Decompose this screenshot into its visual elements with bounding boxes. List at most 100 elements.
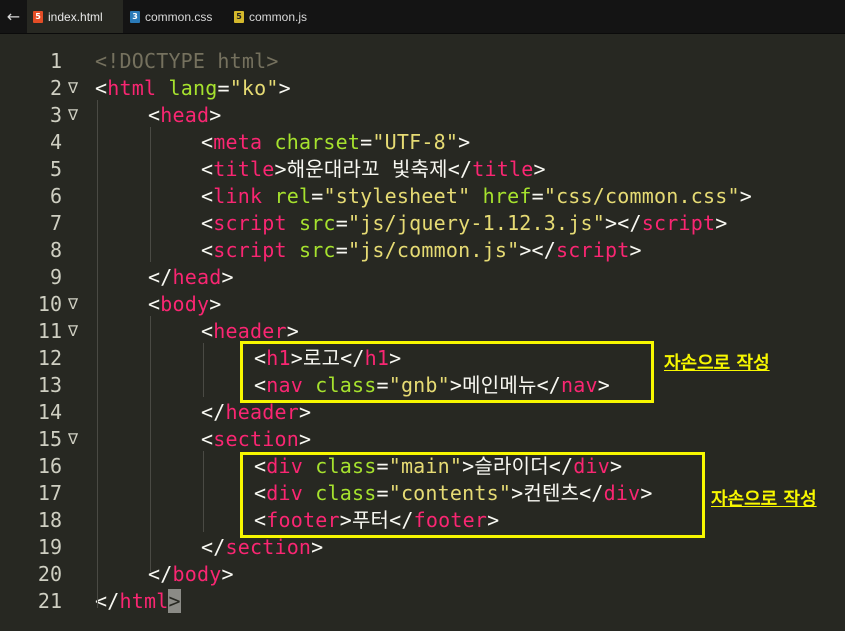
code-line[interactable]: 3 ∇ <head> xyxy=(0,102,845,129)
code-text: <script src="js/jquery-1.12.3.js"></scri… xyxy=(201,210,727,237)
code-line[interactable]: 7 <script src="js/jquery-1.12.3.js"></scr… xyxy=(0,210,845,237)
code-token: link xyxy=(213,184,263,208)
line-number: 14 xyxy=(37,400,62,424)
code-token: </ xyxy=(148,265,173,289)
line-number: 15 xyxy=(37,427,62,451)
line-number: 21 xyxy=(37,589,62,613)
annotation-label: 자손으로 작성 xyxy=(664,353,770,374)
code-line[interactable]: 21 </html> xyxy=(0,588,845,615)
code-token: > xyxy=(221,562,234,586)
line-number: 19 xyxy=(37,535,62,559)
fold-arrow-icon[interactable]: ∇ xyxy=(68,75,78,102)
fold-arrow-icon[interactable]: ∇ xyxy=(68,102,78,129)
code-line[interactable]: 19 </section> xyxy=(0,534,845,561)
code-text: <link rel="stylesheet" href="css/common.… xyxy=(201,183,752,210)
code-token: < xyxy=(201,319,214,343)
tab-label: common.css xyxy=(145,9,213,24)
code-line[interactable]: 5 <title>해운대라꼬 빛축제</title> xyxy=(0,156,845,183)
code-token: > xyxy=(209,292,222,316)
line-number: 11 xyxy=(37,319,62,343)
code-token: href xyxy=(482,184,532,208)
code-text: <html lang="ko"> xyxy=(95,75,291,102)
line-number: 10 xyxy=(37,292,62,316)
code-token: "stylesheet" xyxy=(323,184,471,208)
fold-arrow-icon[interactable]: ∇ xyxy=(68,291,78,318)
code-line[interactable]: 15 ∇ <section> xyxy=(0,426,845,453)
code-token: lang xyxy=(168,76,218,100)
code-token: ></ xyxy=(519,238,557,262)
code-line[interactable]: 14 </header> xyxy=(0,399,845,426)
tab-common-css[interactable]: 3 common.css xyxy=(124,0,228,33)
line-number: 8 xyxy=(49,238,62,262)
line-number: 17 xyxy=(37,481,62,505)
code-token: script xyxy=(556,238,630,262)
code-token: head xyxy=(160,103,210,127)
code-token: </ xyxy=(201,535,226,559)
code-token: > xyxy=(209,103,222,127)
back-arrow-icon[interactable]: ← xyxy=(0,0,27,33)
tab-label: index.html xyxy=(48,9,103,24)
indent-guide xyxy=(97,100,98,608)
code-token: header xyxy=(225,400,299,424)
tab-common-js[interactable]: 5 common.js xyxy=(228,0,328,33)
code-token: > xyxy=(533,157,546,181)
code-token: </ xyxy=(95,589,120,613)
code-token: title xyxy=(472,157,534,181)
code-line[interactable]: 1 <!DOCTYPE html> xyxy=(0,48,845,75)
code-line[interactable]: 6 <link rel="stylesheet" href="css/common… xyxy=(0,183,845,210)
code-token: > xyxy=(298,400,312,424)
code-token: html xyxy=(119,589,169,613)
code-token: body xyxy=(172,562,222,586)
code-text: </section> xyxy=(201,534,323,561)
code-token: meta xyxy=(213,130,263,154)
code-token: > xyxy=(168,589,181,613)
code-text: </body> xyxy=(148,561,234,588)
code-token: < xyxy=(201,184,214,208)
fold-arrow-icon[interactable]: ∇ xyxy=(68,426,78,453)
code-token: = xyxy=(360,130,373,154)
code-token: section xyxy=(213,427,299,451)
code-line[interactable]: 8 <script src="js/common.js"></script> xyxy=(0,237,845,264)
code-editor[interactable]: 21 </html> 20 </body> 19 </section> 18 <footer>… xyxy=(0,33,845,631)
code-token: head xyxy=(172,265,222,289)
code-line[interactable]: 20 </body> xyxy=(0,561,845,588)
code-token: > xyxy=(286,319,299,343)
code-text: <script src="js/common.js"></script> xyxy=(201,237,642,264)
tab-index-html[interactable]: 5 index.html xyxy=(27,0,123,33)
line-number: 18 xyxy=(37,508,62,532)
code-text: <body> xyxy=(148,291,221,318)
code-token: "js/common.js" xyxy=(347,238,520,262)
code-token: > xyxy=(715,211,728,235)
code-token: html xyxy=(107,76,157,100)
line-number: 2 xyxy=(49,76,62,100)
code-text: </html> xyxy=(95,588,181,615)
code-line[interactable]: 2 ∇ <html lang="ko"> xyxy=(0,75,845,102)
highlight-box-header-children xyxy=(240,341,654,403)
css-file-icon: 3 xyxy=(130,10,140,23)
code-token: script xyxy=(213,211,287,235)
code-token: > xyxy=(311,535,324,559)
code-line[interactable]: 9 </head> xyxy=(0,264,845,291)
highlight-box-section-children xyxy=(240,452,705,538)
code-line[interactable]: 10 ∇ <body> xyxy=(0,291,845,318)
line-number: 5 xyxy=(49,157,62,181)
line-number: 16 xyxy=(37,454,62,478)
code-token: = xyxy=(531,184,544,208)
code-token: header xyxy=(213,319,287,343)
code-text: <title>해운대라꼬 빛축제</title> xyxy=(201,156,546,183)
code-token: < xyxy=(148,292,161,316)
line-number: 20 xyxy=(37,562,62,586)
code-token: < xyxy=(201,427,214,451)
code-token: = xyxy=(335,238,348,262)
code-line[interactable]: 4 <meta charset="UTF-8"> xyxy=(0,129,845,156)
js-file-icon: 5 xyxy=(234,10,244,23)
fold-arrow-icon[interactable]: ∇ xyxy=(68,318,78,345)
code-token: "js/jquery-1.12.3.js" xyxy=(347,211,605,235)
code-token: > xyxy=(221,265,234,289)
code-token: >해운대라꼬 빛축제</ xyxy=(274,157,473,181)
code-token: "ko" xyxy=(229,76,279,100)
